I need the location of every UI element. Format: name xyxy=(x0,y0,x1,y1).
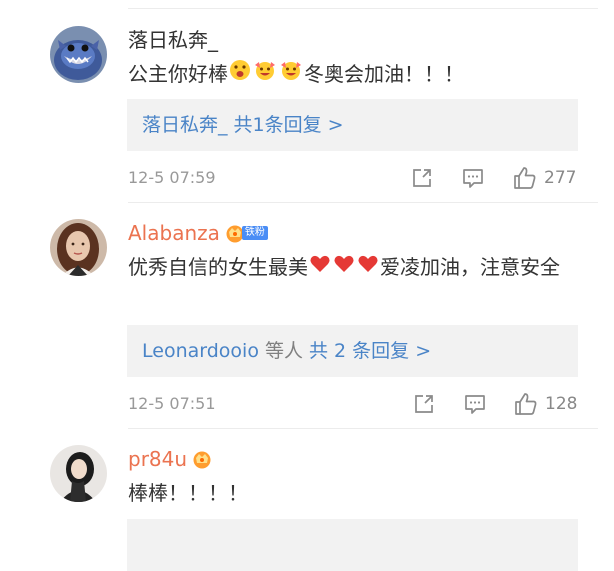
comment-text: 优秀自信的女生最美 爱凌加油，注意安全 xyxy=(128,252,580,284)
comment-text-part: 冬奥会加油！！！ xyxy=(304,62,464,86)
thumbs-up-icon xyxy=(515,393,537,415)
reply-suffix: 等人 xyxy=(258,340,303,362)
username-text: pr84u xyxy=(128,447,188,471)
reply-count-link[interactable]: 共 2 条回复 > xyxy=(309,340,431,362)
red-heart-icon xyxy=(309,252,331,282)
member-badge xyxy=(191,449,213,469)
comment-meta: 12-5 07:51 128 xyxy=(128,391,588,417)
avatar[interactable] xyxy=(50,26,107,83)
reply-preview[interactable] xyxy=(127,519,578,571)
reply-preview[interactable]: 落日私奔_ 共1条回复 > xyxy=(127,99,578,151)
share-button[interactable] xyxy=(410,165,434,191)
avatar[interactable] xyxy=(50,445,107,502)
cheering-emoji-icon xyxy=(279,59,303,89)
red-heart-icon xyxy=(357,252,379,282)
comment-text-part: 优秀自信的女生最美 xyxy=(128,255,308,279)
fan-badge: 铁粉 xyxy=(241,225,268,240)
comment-divider xyxy=(128,428,598,429)
cheering-emoji-icon xyxy=(253,59,277,89)
like-button[interactable]: 128 xyxy=(513,391,577,417)
crown-badge-icon xyxy=(193,451,211,468)
comment-text: 公主你好棒 冬奥会加油！！！ xyxy=(128,59,588,91)
member-badge: 铁粉 xyxy=(224,223,268,243)
like-count: 128 xyxy=(545,394,578,414)
reply-preview[interactable]: Leonardooio 等人共 2 条回复 > xyxy=(127,325,578,377)
comment-text: 棒棒！！！！ xyxy=(128,481,248,505)
share-icon xyxy=(413,169,431,187)
comment-icon xyxy=(465,395,485,414)
username-text: Alabanza xyxy=(128,221,220,245)
comment-time: 12-5 07:59 xyxy=(128,168,216,187)
red-heart-icon xyxy=(333,252,355,282)
username[interactable]: pr84u xyxy=(128,446,213,472)
share-icon xyxy=(415,395,433,413)
username-text: 落日私奔_ xyxy=(128,28,218,52)
username[interactable]: 落日私奔_ xyxy=(128,27,218,53)
comment-meta: 12-5 07:59 277 xyxy=(128,165,588,191)
comment-time: 12-5 07:51 xyxy=(128,394,216,413)
wow-emoji-icon xyxy=(229,59,251,89)
comment-text-part: 爱凌加油，注意安全 xyxy=(380,255,560,279)
comment-divider xyxy=(128,202,598,203)
comment-icon xyxy=(463,169,483,188)
username[interactable]: Alabanza 铁粉 xyxy=(128,220,268,246)
like-count: 277 xyxy=(544,168,577,188)
avatar[interactable] xyxy=(50,219,107,276)
like-button[interactable]: 277 xyxy=(512,165,576,191)
comment-text-part: 公主你好棒 xyxy=(128,62,228,86)
comment-button[interactable] xyxy=(461,165,485,191)
share-button[interactable] xyxy=(412,391,436,417)
comment-button[interactable] xyxy=(463,391,487,417)
reply-count-link[interactable]: 共1条回复 > xyxy=(234,114,344,136)
reply-author-link[interactable]: 落日私奔_ xyxy=(142,114,228,136)
thumbs-up-icon xyxy=(514,167,536,189)
reply-author-link[interactable]: Leonardooio xyxy=(142,340,259,362)
top-divider xyxy=(128,8,598,9)
